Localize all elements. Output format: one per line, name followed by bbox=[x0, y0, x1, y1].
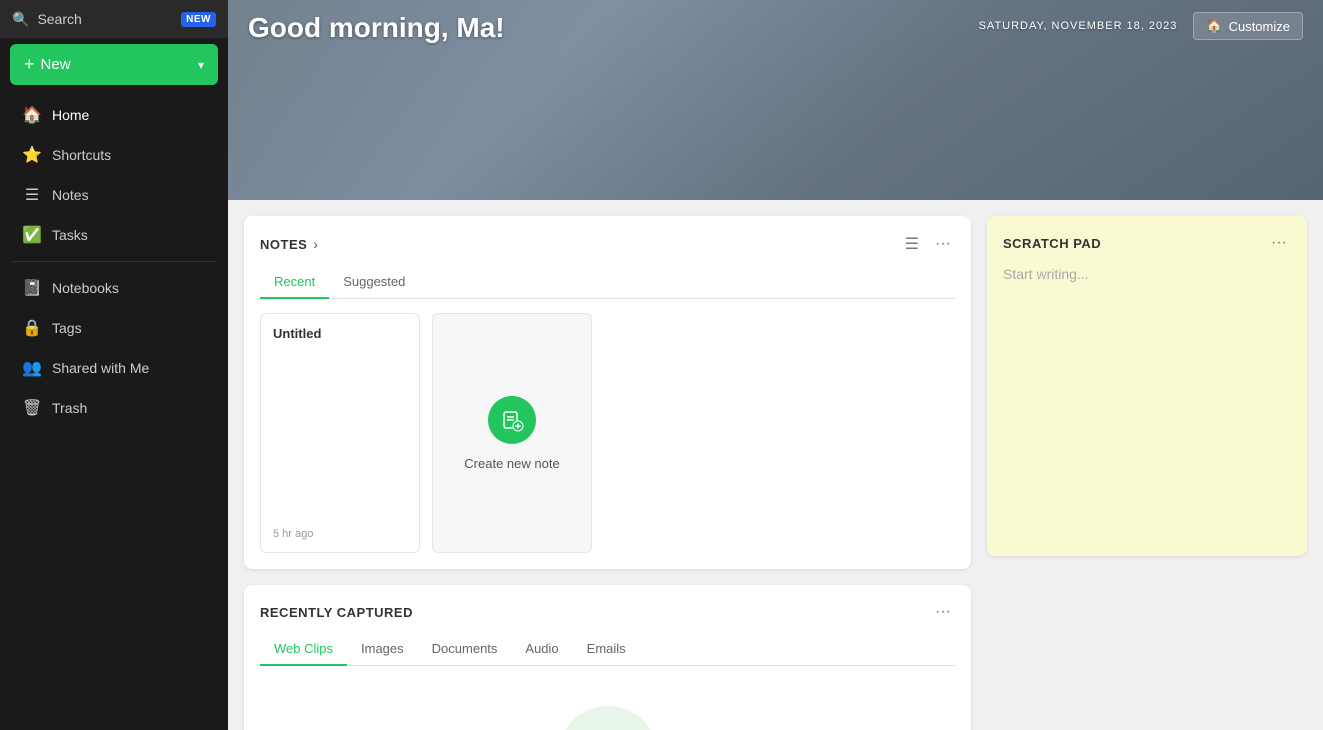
sidebar-divider bbox=[12, 261, 216, 262]
scratch-header: SCRATCH PAD ··· bbox=[1003, 232, 1291, 254]
rc-empty-state: ★ ✂ ✓ Save useful information from the w… bbox=[260, 682, 955, 730]
customize-button[interactable]: 🏠 Customize bbox=[1193, 12, 1303, 40]
scratch-pad: SCRATCH PAD ··· Start writing... bbox=[987, 216, 1307, 556]
sidebar-item-label: Tags bbox=[52, 320, 82, 336]
rc-tab-web-clips[interactable]: Web Clips bbox=[260, 635, 347, 666]
customize-label: Customize bbox=[1229, 19, 1290, 34]
sidebar-item-tags[interactable]: 🔒 Tags bbox=[6, 309, 222, 347]
notes-more-button[interactable]: ··· bbox=[931, 233, 955, 255]
create-note-card[interactable]: Create new note bbox=[432, 313, 592, 553]
sidebar-item-notebooks[interactable]: 📓 Notebooks bbox=[6, 269, 222, 307]
rc-tab-emails[interactable]: Emails bbox=[573, 635, 640, 666]
sidebar-item-label: Shared with Me bbox=[52, 360, 149, 376]
tags-icon: 🔒 bbox=[22, 318, 42, 338]
notes-list-icon-button[interactable]: ☰ bbox=[901, 232, 923, 256]
notes-card-header: NOTES › ☰ ··· bbox=[260, 232, 955, 256]
left-content: NOTES › ☰ ··· Recent Suggested Untitled bbox=[244, 216, 971, 730]
sidebar-item-label: Trash bbox=[52, 400, 87, 416]
hero-date: SATURDAY, NOVEMBER 18, 2023 bbox=[979, 20, 1178, 32]
new-button[interactable]: + New ▾ bbox=[10, 44, 218, 85]
trash-icon: 🗑 bbox=[22, 398, 42, 418]
rc-header: RECENTLY CAPTURED ··· bbox=[260, 601, 955, 623]
notebooks-icon: 📓 bbox=[22, 278, 42, 298]
sidebar-nav: 🏠 Home ⭐ Shortcuts ☰ Notes ✅ Tasks 📓 Not… bbox=[0, 91, 228, 432]
hero-right: SATURDAY, NOVEMBER 18, 2023 🏠 Customize bbox=[979, 12, 1303, 40]
tab-recent[interactable]: Recent bbox=[260, 268, 329, 299]
rc-tab-documents[interactable]: Documents bbox=[418, 635, 512, 666]
sidebar-item-shared-with-me[interactable]: 👥 Shared with Me bbox=[6, 349, 222, 387]
hero-banner: Good morning, Ma! SATURDAY, NOVEMBER 18,… bbox=[228, 0, 1323, 200]
notes-title-row: NOTES › bbox=[260, 236, 318, 252]
search-label: Search bbox=[37, 11, 173, 27]
notes-grid: Untitled 5 hr ago bbox=[260, 313, 955, 553]
notes-title: NOTES bbox=[260, 237, 307, 252]
shortcuts-icon: ⭐ bbox=[22, 145, 42, 165]
note-title: Untitled bbox=[273, 326, 407, 341]
scratch-more-button[interactable]: ··· bbox=[1267, 232, 1291, 254]
search-icon: 🔍 bbox=[12, 11, 29, 28]
chevron-down-icon: ▾ bbox=[198, 58, 204, 72]
rc-title: RECENTLY CAPTURED bbox=[260, 605, 413, 620]
sidebar-item-home[interactable]: 🏠 Home bbox=[6, 96, 222, 134]
sidebar-item-label: Tasks bbox=[52, 227, 88, 243]
create-note-icon bbox=[488, 396, 536, 444]
notes-arrow: › bbox=[313, 236, 318, 252]
search-bar[interactable]: 🔍 Search NEW bbox=[0, 0, 228, 38]
sidebar-item-label: Notebooks bbox=[52, 280, 119, 296]
rc-more-button[interactable]: ··· bbox=[931, 601, 955, 623]
sidebar-item-tasks[interactable]: ✅ Tasks bbox=[6, 216, 222, 254]
home-customize-icon: 🏠 bbox=[1206, 18, 1222, 34]
sidebar-item-label: Shortcuts bbox=[52, 147, 111, 163]
note-timestamp: 5 hr ago bbox=[273, 528, 407, 540]
search-new-badge: NEW bbox=[181, 12, 216, 27]
plus-icon: + bbox=[24, 54, 35, 75]
sidebar-item-notes[interactable]: ☰ Notes bbox=[6, 176, 222, 214]
rc-illustration: ★ ✂ ✓ bbox=[558, 706, 658, 730]
tasks-icon: ✅ bbox=[22, 225, 42, 245]
notes-icon: ☰ bbox=[22, 185, 42, 205]
new-button-label: New bbox=[41, 56, 71, 73]
sidebar: 🔍 Search NEW + New ▾ 🏠 Home ⭐ Shortcuts … bbox=[0, 0, 228, 730]
sidebar-item-label: Notes bbox=[52, 187, 89, 203]
content-area: NOTES › ☰ ··· Recent Suggested Untitled bbox=[228, 200, 1323, 730]
scratch-placeholder[interactable]: Start writing... bbox=[1003, 266, 1291, 282]
shared-icon: 👥 bbox=[22, 358, 42, 378]
notes-card: NOTES › ☰ ··· Recent Suggested Untitled bbox=[244, 216, 971, 569]
recently-captured-card: RECENTLY CAPTURED ··· Web Clips Images D… bbox=[244, 585, 971, 730]
sidebar-item-shortcuts[interactable]: ⭐ Shortcuts bbox=[6, 136, 222, 174]
home-icon: 🏠 bbox=[22, 105, 42, 125]
scratch-title: SCRATCH PAD bbox=[1003, 236, 1101, 251]
note-card-untitled[interactable]: Untitled 5 hr ago bbox=[260, 313, 420, 553]
sidebar-item-label: Home bbox=[52, 107, 89, 123]
hero-greeting: Good morning, Ma! bbox=[248, 12, 505, 44]
create-note-label: Create new note bbox=[464, 456, 559, 471]
main-area: Good morning, Ma! SATURDAY, NOVEMBER 18,… bbox=[228, 0, 1323, 730]
tab-suggested[interactable]: Suggested bbox=[329, 268, 419, 299]
rc-tabs: Web Clips Images Documents Audio Emails bbox=[260, 635, 955, 666]
notes-tabs: Recent Suggested bbox=[260, 268, 955, 299]
sidebar-item-trash[interactable]: 🗑 Trash bbox=[6, 389, 222, 427]
rc-tab-images[interactable]: Images bbox=[347, 635, 418, 666]
notes-actions: ☰ ··· bbox=[901, 232, 955, 256]
rc-tab-audio[interactable]: Audio bbox=[511, 635, 572, 666]
